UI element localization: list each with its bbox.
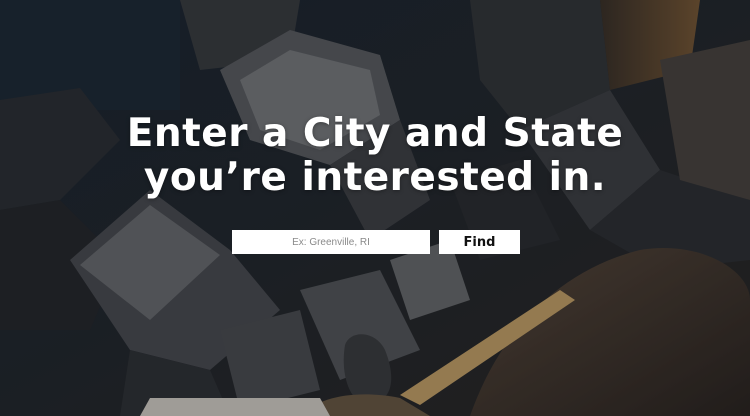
city-state-input[interactable] xyxy=(232,230,430,254)
hero-section xyxy=(0,0,750,416)
headline-line-2: you’re interested in. xyxy=(143,155,607,200)
page-headline: Enter a City and State you’re interested… xyxy=(0,112,750,200)
find-button[interactable]: Find xyxy=(439,230,520,254)
search-form: Find xyxy=(232,230,521,254)
dark-overlay xyxy=(0,0,750,416)
headline-line-1: Enter a City and State xyxy=(126,111,624,156)
